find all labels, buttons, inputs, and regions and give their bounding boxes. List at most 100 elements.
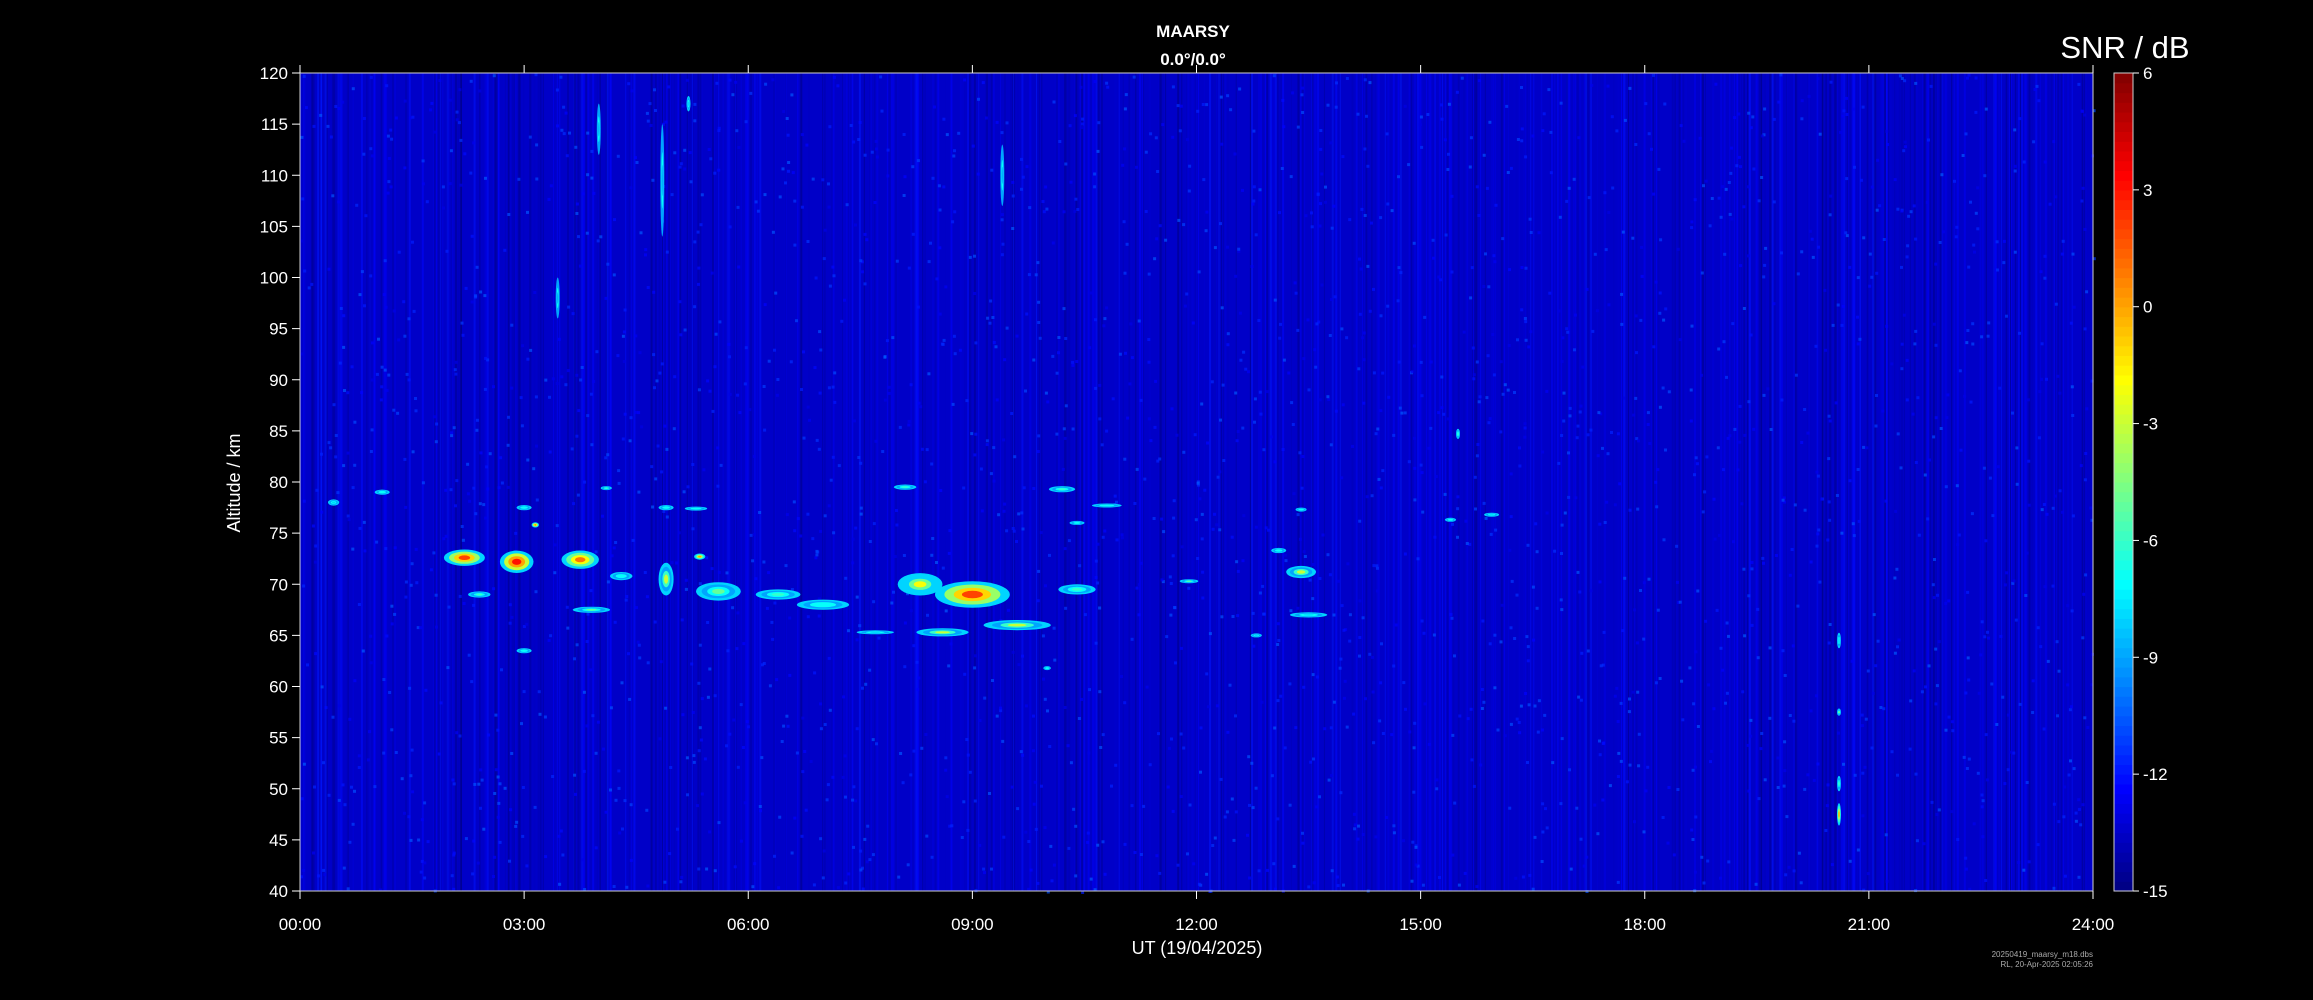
noise-speckle [592, 380, 596, 383]
noise-speckle [1932, 322, 1936, 326]
noise-speckle [753, 533, 757, 536]
noise-speckle [1692, 702, 1696, 706]
noise-speckle [710, 271, 714, 275]
noise-speckle [492, 875, 495, 878]
noise-speckle [1385, 132, 1389, 136]
noise-speckle [1966, 76, 1969, 80]
noise-speckle [886, 174, 890, 178]
noise-speckle [976, 172, 980, 176]
noise-speckle [1580, 651, 1584, 655]
noise-speckle [1706, 859, 1710, 863]
noise-speckle [1135, 467, 1139, 471]
noise-speckle [1178, 129, 1182, 133]
noise-speckle [1364, 697, 1367, 701]
noise-speckle [1850, 659, 1854, 663]
noise-speckle [627, 82, 631, 86]
noise-speckle [320, 452, 323, 456]
noise-speckle [386, 134, 390, 138]
echo-mark [1102, 504, 1112, 507]
noise-speckle [1241, 188, 1244, 192]
noise-speckle [728, 355, 731, 359]
noise-speckle [1605, 500, 1609, 504]
noise-speckle [535, 498, 539, 502]
y-tick-label: 110 [261, 166, 288, 185]
noise-speckle [1535, 606, 1539, 610]
noise-speckle [1402, 681, 1406, 685]
noise-speckle [520, 424, 524, 428]
noise-speckle [958, 348, 962, 352]
noise-speckle [1179, 732, 1183, 736]
noise-speckle [1738, 155, 1741, 159]
noise-speckle [430, 101, 434, 105]
noise-streak [303, 73, 305, 891]
noise-speckle [859, 461, 863, 465]
noise-speckle [1005, 529, 1009, 533]
noise-speckle [1746, 185, 1750, 189]
noise-speckle [1353, 823, 1357, 827]
noise-speckle [604, 296, 608, 300]
noise-speckle [1567, 495, 1571, 499]
noise-speckle [1329, 443, 1333, 447]
noise-speckle [1264, 526, 1268, 530]
noise-speckle [369, 274, 373, 278]
noise-speckle [1097, 121, 1101, 125]
noise-speckle [1093, 172, 1097, 176]
noise-speckle [2022, 160, 2026, 164]
noise-speckle [1737, 112, 1741, 116]
noise-speckle [1752, 167, 1756, 171]
noise-speckle [575, 212, 579, 215]
noise-speckle [1893, 651, 1897, 655]
noise-streak [1953, 73, 1955, 891]
noise-speckle [571, 312, 575, 316]
noise-speckle [586, 414, 590, 418]
noise-speckle [1147, 417, 1151, 421]
noise-speckle [1302, 550, 1306, 554]
noise-speckle [1080, 697, 1083, 701]
noise-streak [1913, 73, 1916, 891]
noise-speckle [1123, 107, 1127, 111]
noise-streak [757, 73, 759, 891]
colorbar-tick-label: 3 [2143, 181, 2152, 200]
noise-streak [697, 73, 699, 891]
noise-speckle [1815, 470, 1819, 474]
noise-speckle [444, 488, 448, 492]
noise-speckle [1826, 538, 1830, 542]
noise-speckle [433, 415, 437, 419]
noise-speckle [893, 555, 897, 558]
noise-speckle [1213, 512, 1216, 516]
noise-speckle [411, 240, 414, 244]
noise-speckle [1329, 141, 1333, 145]
noise-speckle [415, 581, 419, 585]
noise-speckle [1726, 436, 1730, 440]
noise-speckle [2037, 99, 2041, 103]
noise-speckle [898, 425, 902, 429]
noise-speckle [1010, 785, 1014, 789]
noise-speckle [617, 481, 621, 485]
noise-speckle [1974, 211, 1978, 215]
noise-speckle [1828, 213, 1832, 217]
noise-streak [539, 73, 542, 891]
noise-streak [1843, 73, 1846, 891]
noise-speckle [579, 378, 583, 382]
noise-speckle [1524, 266, 1528, 270]
noise-speckle [1102, 324, 1106, 328]
noise-streak [1074, 73, 1076, 891]
noise-speckle [1201, 103, 1205, 106]
noise-streak [1985, 73, 1987, 891]
noise-speckle [793, 199, 797, 203]
noise-speckle [1398, 406, 1402, 410]
noise-speckle [679, 333, 683, 337]
echo-mark [712, 588, 725, 595]
echo-mark [664, 506, 669, 509]
noise-streak [1392, 73, 1395, 891]
noise-speckle [2052, 802, 2056, 806]
noise-speckle [775, 678, 779, 682]
noise-speckle [1515, 717, 1519, 721]
noise-speckle [854, 526, 858, 530]
noise-streak [822, 73, 824, 891]
noise-speckle [1768, 716, 1772, 720]
noise-speckle [1276, 622, 1280, 626]
noise-speckle [1088, 688, 1091, 692]
noise-speckle [1120, 536, 1124, 540]
noise-speckle [544, 378, 548, 382]
